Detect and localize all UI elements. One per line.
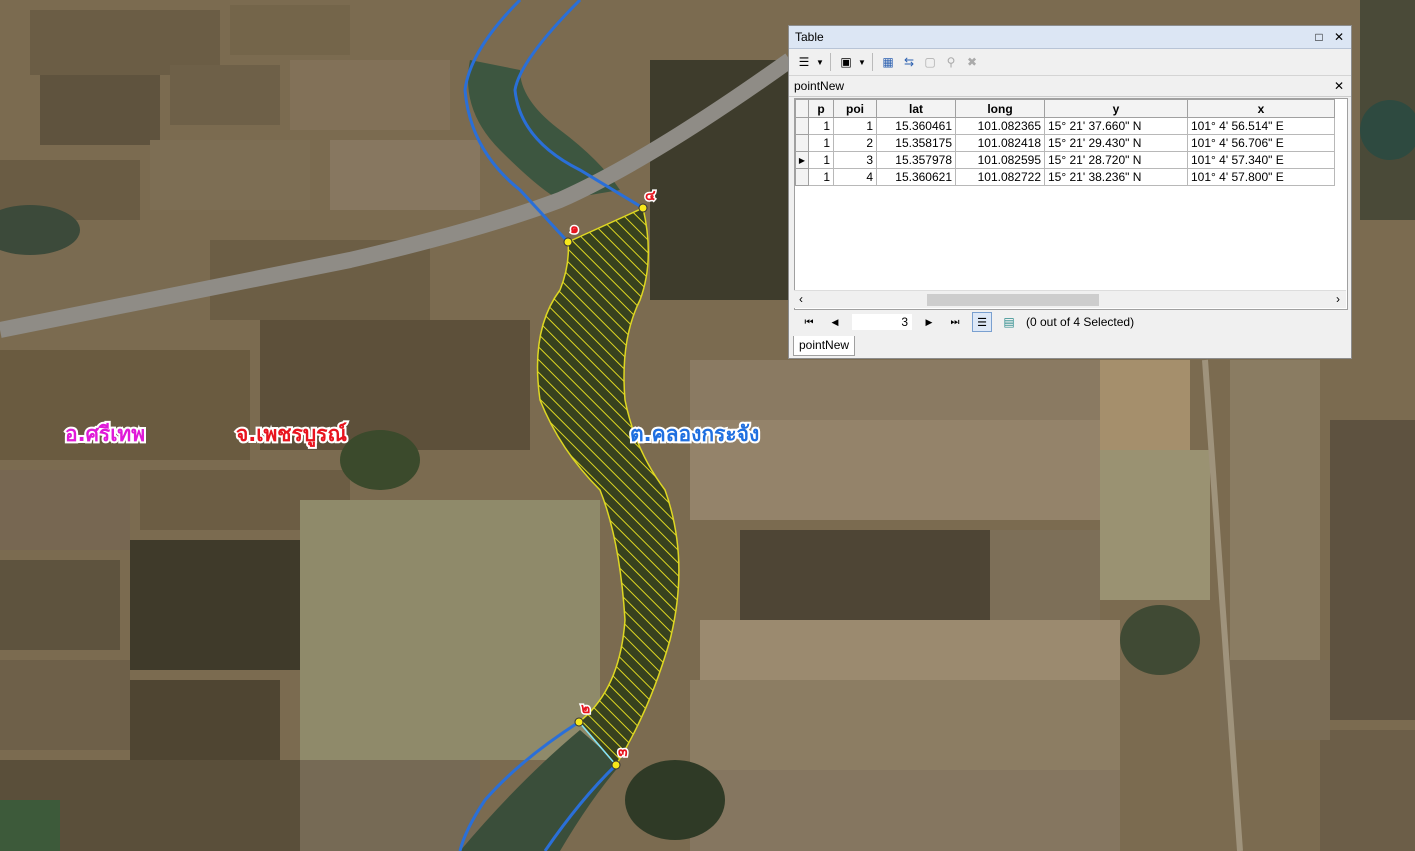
close-table-icon[interactable]: ✕ <box>1331 78 1347 94</box>
row-selector[interactable] <box>795 168 809 186</box>
cell-long: 101.082722 <box>955 168 1045 186</box>
dropdown-arrow-icon[interactable]: ▼ <box>858 53 866 71</box>
table-tab-header: pointNew ✕ <box>789 76 1351 97</box>
cell-x: 101° 4' 56.514" E <box>1187 117 1335 135</box>
table-tabs: pointNew <box>793 336 856 356</box>
next-record-icon[interactable]: ▶ <box>920 313 938 331</box>
subdistrict-label: ต.คลองกระจัง <box>630 422 759 446</box>
cell-p: 1 <box>808 151 834 169</box>
attribute-grid[interactable]: p poi lat long y x 1 1 15.360461 101.082… <box>794 98 1348 310</box>
scroll-left-icon[interactable]: ‹ <box>799 292 803 306</box>
table-layer-name: pointNew <box>794 79 845 93</box>
horizontal-scrollbar[interactable]: ‹ › <box>794 290 1346 308</box>
column-header-poi[interactable]: poi <box>833 99 877 118</box>
district-label: อ.ศรีเทพ <box>65 422 145 446</box>
cell-lat: 15.357978 <box>876 151 956 169</box>
table-row[interactable]: 1 2 15.358175 101.082418 15° 21' 29.430"… <box>795 134 1335 152</box>
table-header-row: p poi lat long y x <box>795 99 1335 118</box>
vertex-1-label: ๑ <box>570 221 579 237</box>
province-label: จ.เพชรบูรณ์ <box>236 422 347 448</box>
row-selector-header[interactable] <box>795 99 809 118</box>
cell-x: 101° 4' 57.800" E <box>1187 168 1335 186</box>
first-record-icon[interactable]: ⏮ <box>800 313 818 331</box>
table-window-titlebar[interactable]: Table □ ✕ <box>789 26 1351 49</box>
table-row[interactable]: 1 1 15.360461 101.082365 15° 21' 37.660"… <box>795 117 1335 135</box>
delete-selected-icon[interactable]: ✖ <box>963 53 981 71</box>
clear-selection-icon[interactable]: ▢ <box>921 53 939 71</box>
column-header-long[interactable]: long <box>955 99 1045 118</box>
last-record-icon[interactable]: ⏭ <box>946 313 964 331</box>
column-header-lat[interactable]: lat <box>876 99 956 118</box>
current-record-field[interactable]: 3 <box>852 314 912 330</box>
cell-y: 15° 21' 37.660" N <box>1044 117 1188 135</box>
cell-lat: 15.358175 <box>876 134 956 152</box>
previous-record-icon[interactable]: ◀ <box>826 313 844 331</box>
vertex-3-marker <box>611 760 621 770</box>
vertex-3-label: ๓ <box>618 744 628 760</box>
column-header-p[interactable]: p <box>808 99 834 118</box>
close-icon[interactable]: ✕ <box>1331 29 1347 45</box>
table-row[interactable]: ▶ 1 3 15.357978 101.082595 15° 21' 28.72… <box>795 151 1335 169</box>
cell-y: 15° 21' 29.430" N <box>1044 134 1188 152</box>
cell-x: 101° 4' 57.340" E <box>1187 151 1335 169</box>
table-options-icon[interactable]: ☰ <box>795 53 813 71</box>
cell-lat: 15.360621 <box>876 168 956 186</box>
attribute-table: p poi lat long y x 1 1 15.360461 101.082… <box>795 99 1335 186</box>
dropdown-arrow-icon[interactable]: ▼ <box>816 53 824 71</box>
show-all-records-icon[interactable]: ☰ <box>972 312 992 332</box>
restore-icon[interactable]: □ <box>1311 29 1327 45</box>
table-window-title: Table <box>795 30 824 44</box>
show-selected-records-icon[interactable]: ▤ <box>1000 313 1018 331</box>
cell-x: 101° 4' 56.706" E <box>1187 134 1335 152</box>
row-selector[interactable] <box>795 117 809 135</box>
cell-y: 15° 21' 28.720" N <box>1044 151 1188 169</box>
zoom-to-selected-icon[interactable]: ⚲ <box>942 53 960 71</box>
scrollbar-thumb[interactable] <box>927 294 1099 306</box>
attribute-table-window[interactable]: Table □ ✕ ☰ ▼ ▣ ▼ ▦ ⇆ ▢ ⚲ ✖ pointNew ✕ p… <box>788 25 1352 359</box>
row-selector[interactable] <box>795 134 809 152</box>
cell-p: 1 <box>808 168 834 186</box>
vertex-2-label: ๒ <box>581 701 590 717</box>
record-navigation-bar: ⏮ ◀ 3 ▶ ⏭ ☰ ▤ (0 out of 4 Selected) <box>794 311 1352 333</box>
column-header-y[interactable]: y <box>1044 99 1188 118</box>
select-by-attributes-icon[interactable]: ▦ <box>879 53 897 71</box>
related-tables-icon[interactable]: ▣ <box>837 53 855 71</box>
vertex-4-marker <box>638 203 648 213</box>
table-toolbar: ☰ ▼ ▣ ▼ ▦ ⇆ ▢ ⚲ ✖ <box>789 49 1351 76</box>
tab-pointnew[interactable]: pointNew <box>793 336 856 356</box>
cell-p: 1 <box>808 134 834 152</box>
cell-poi: 3 <box>833 151 877 169</box>
cell-poi: 2 <box>833 134 877 152</box>
current-row-indicator-icon[interactable]: ▶ <box>795 151 809 169</box>
switch-selection-icon[interactable]: ⇆ <box>900 53 918 71</box>
cell-long: 101.082418 <box>955 134 1045 152</box>
selection-status: (0 out of 4 Selected) <box>1026 315 1135 329</box>
column-header-x[interactable]: x <box>1187 99 1335 118</box>
cell-p: 1 <box>808 117 834 135</box>
cell-long: 101.082365 <box>955 117 1045 135</box>
cell-poi: 4 <box>833 168 877 186</box>
table-row[interactable]: 1 4 15.360621 101.082722 15° 21' 38.236"… <box>795 168 1335 186</box>
cell-poi: 1 <box>833 117 877 135</box>
scroll-right-icon[interactable]: › <box>1336 292 1340 306</box>
cell-lat: 15.360461 <box>876 117 956 135</box>
vertex-2-marker <box>574 717 584 727</box>
vertex-4-label: ๔ <box>645 188 656 204</box>
vertex-1-marker <box>563 237 573 247</box>
cell-long: 101.082595 <box>955 151 1045 169</box>
cell-y: 15° 21' 38.236" N <box>1044 168 1188 186</box>
